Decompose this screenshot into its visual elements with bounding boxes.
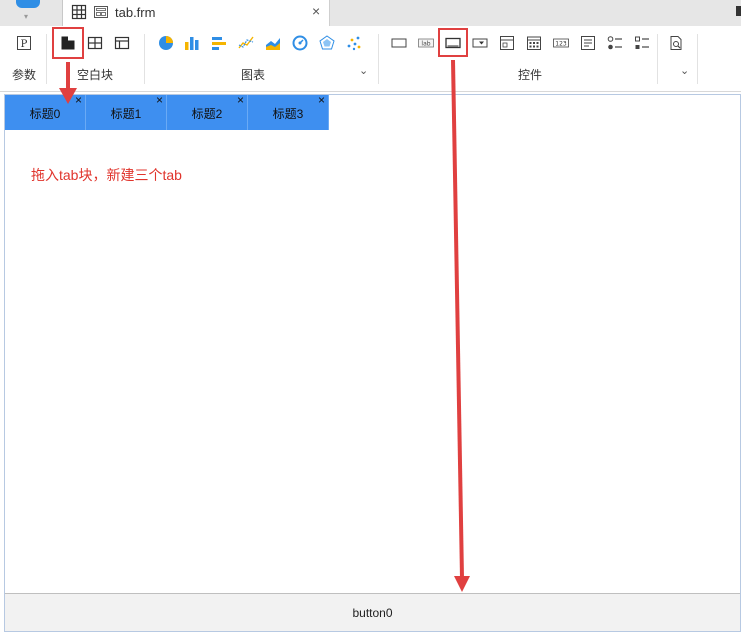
label-control-icon[interactable]: lab [418,35,434,51]
grid-icon[interactable] [71,4,87,20]
chevron-down-icon[interactable]: ⌄ [680,64,689,77]
number-control-icon[interactable]: 123 [553,35,569,51]
label-icon-text: lab [421,41,430,48]
line-chart-icon[interactable] [238,35,254,51]
highlight-box-button-control [438,28,468,57]
close-icon[interactable]: × [156,93,163,107]
split-layout-icon[interactable] [87,35,103,51]
app-logo[interactable] [16,0,40,8]
document-tab-title: tab.frm [115,5,156,20]
pie-chart-icon[interactable] [158,35,174,51]
horizontal-bar-chart-icon[interactable] [211,35,227,51]
textarea-control-icon[interactable] [580,35,596,51]
toolbar-separator [378,34,379,84]
button-label: button0 [352,606,393,620]
checkbox-group-control-icon[interactable] [634,35,650,51]
toolbar-separator [144,34,145,84]
button0-widget[interactable]: button0 [5,593,740,631]
design-canvas[interactable]: 标题0 × 标题1 × 标题2 × 标题3 × 拖入tab块，新建三个tab b… [4,93,741,632]
textbox-control-icon[interactable] [391,35,407,51]
parameter-icon[interactable]: P [16,35,32,51]
gauge-chart-icon[interactable] [292,35,308,51]
group-label-controls: 控件 [518,68,543,82]
grid-layout-icon[interactable] [114,35,130,51]
document-tab[interactable]: tab.frm × [63,0,330,26]
ribbon-toolbar: P 参数 空白块 图表 ⌄ lab 123 控件 ⌄ [0,26,741,92]
toolbar-separator [657,34,658,84]
group-label-charts: 图表 [241,68,266,82]
caret-down-icon[interactable]: ▾ [24,12,28,21]
tab-label: 标题1 [110,107,142,121]
close-icon[interactable]: × [75,93,82,107]
instruction-annotation: 拖入tab块，新建三个tab [31,167,182,183]
form-control-icon[interactable] [499,35,515,51]
area-chart-icon[interactable] [265,35,281,51]
tab-title-1[interactable]: 标题1 × [86,93,167,130]
document-tab-strip: ▾ tab.frm × [0,0,741,26]
overflow-indicator[interactable] [736,6,741,16]
date-control-icon[interactable] [526,35,542,51]
tab-label: 标题3 [272,107,304,121]
form-file-icon [94,6,108,18]
scatter-chart-icon[interactable] [346,35,362,51]
highlight-box-tab-block [52,27,84,59]
group-label-blank-block: 空白块 [77,68,114,82]
parameter-icon-text: P [21,39,28,50]
close-icon[interactable]: × [318,93,325,107]
tab-label: 标题2 [191,107,223,121]
bar-chart-icon[interactable] [184,35,200,51]
tab-title-2[interactable]: 标题2 × [167,93,248,130]
tab-label: 标题0 [29,107,61,121]
number-icon-text: 123 [555,41,567,48]
close-icon[interactable]: × [237,93,244,107]
tab-title-0[interactable]: 标题0 × [5,93,86,130]
radio-group-control-icon[interactable] [607,35,623,51]
chevron-down-icon[interactable]: ⌄ [359,64,368,77]
search-control-icon[interactable] [668,35,684,51]
toolbar-separator [697,34,698,84]
close-icon[interactable]: × [312,3,320,19]
group-label-params: 参数 [12,68,37,82]
tab-title-3[interactable]: 标题3 × [248,93,329,130]
radar-chart-icon[interactable] [319,35,335,51]
dropdown-control-icon[interactable] [472,35,488,51]
toolbar-separator [46,34,47,84]
